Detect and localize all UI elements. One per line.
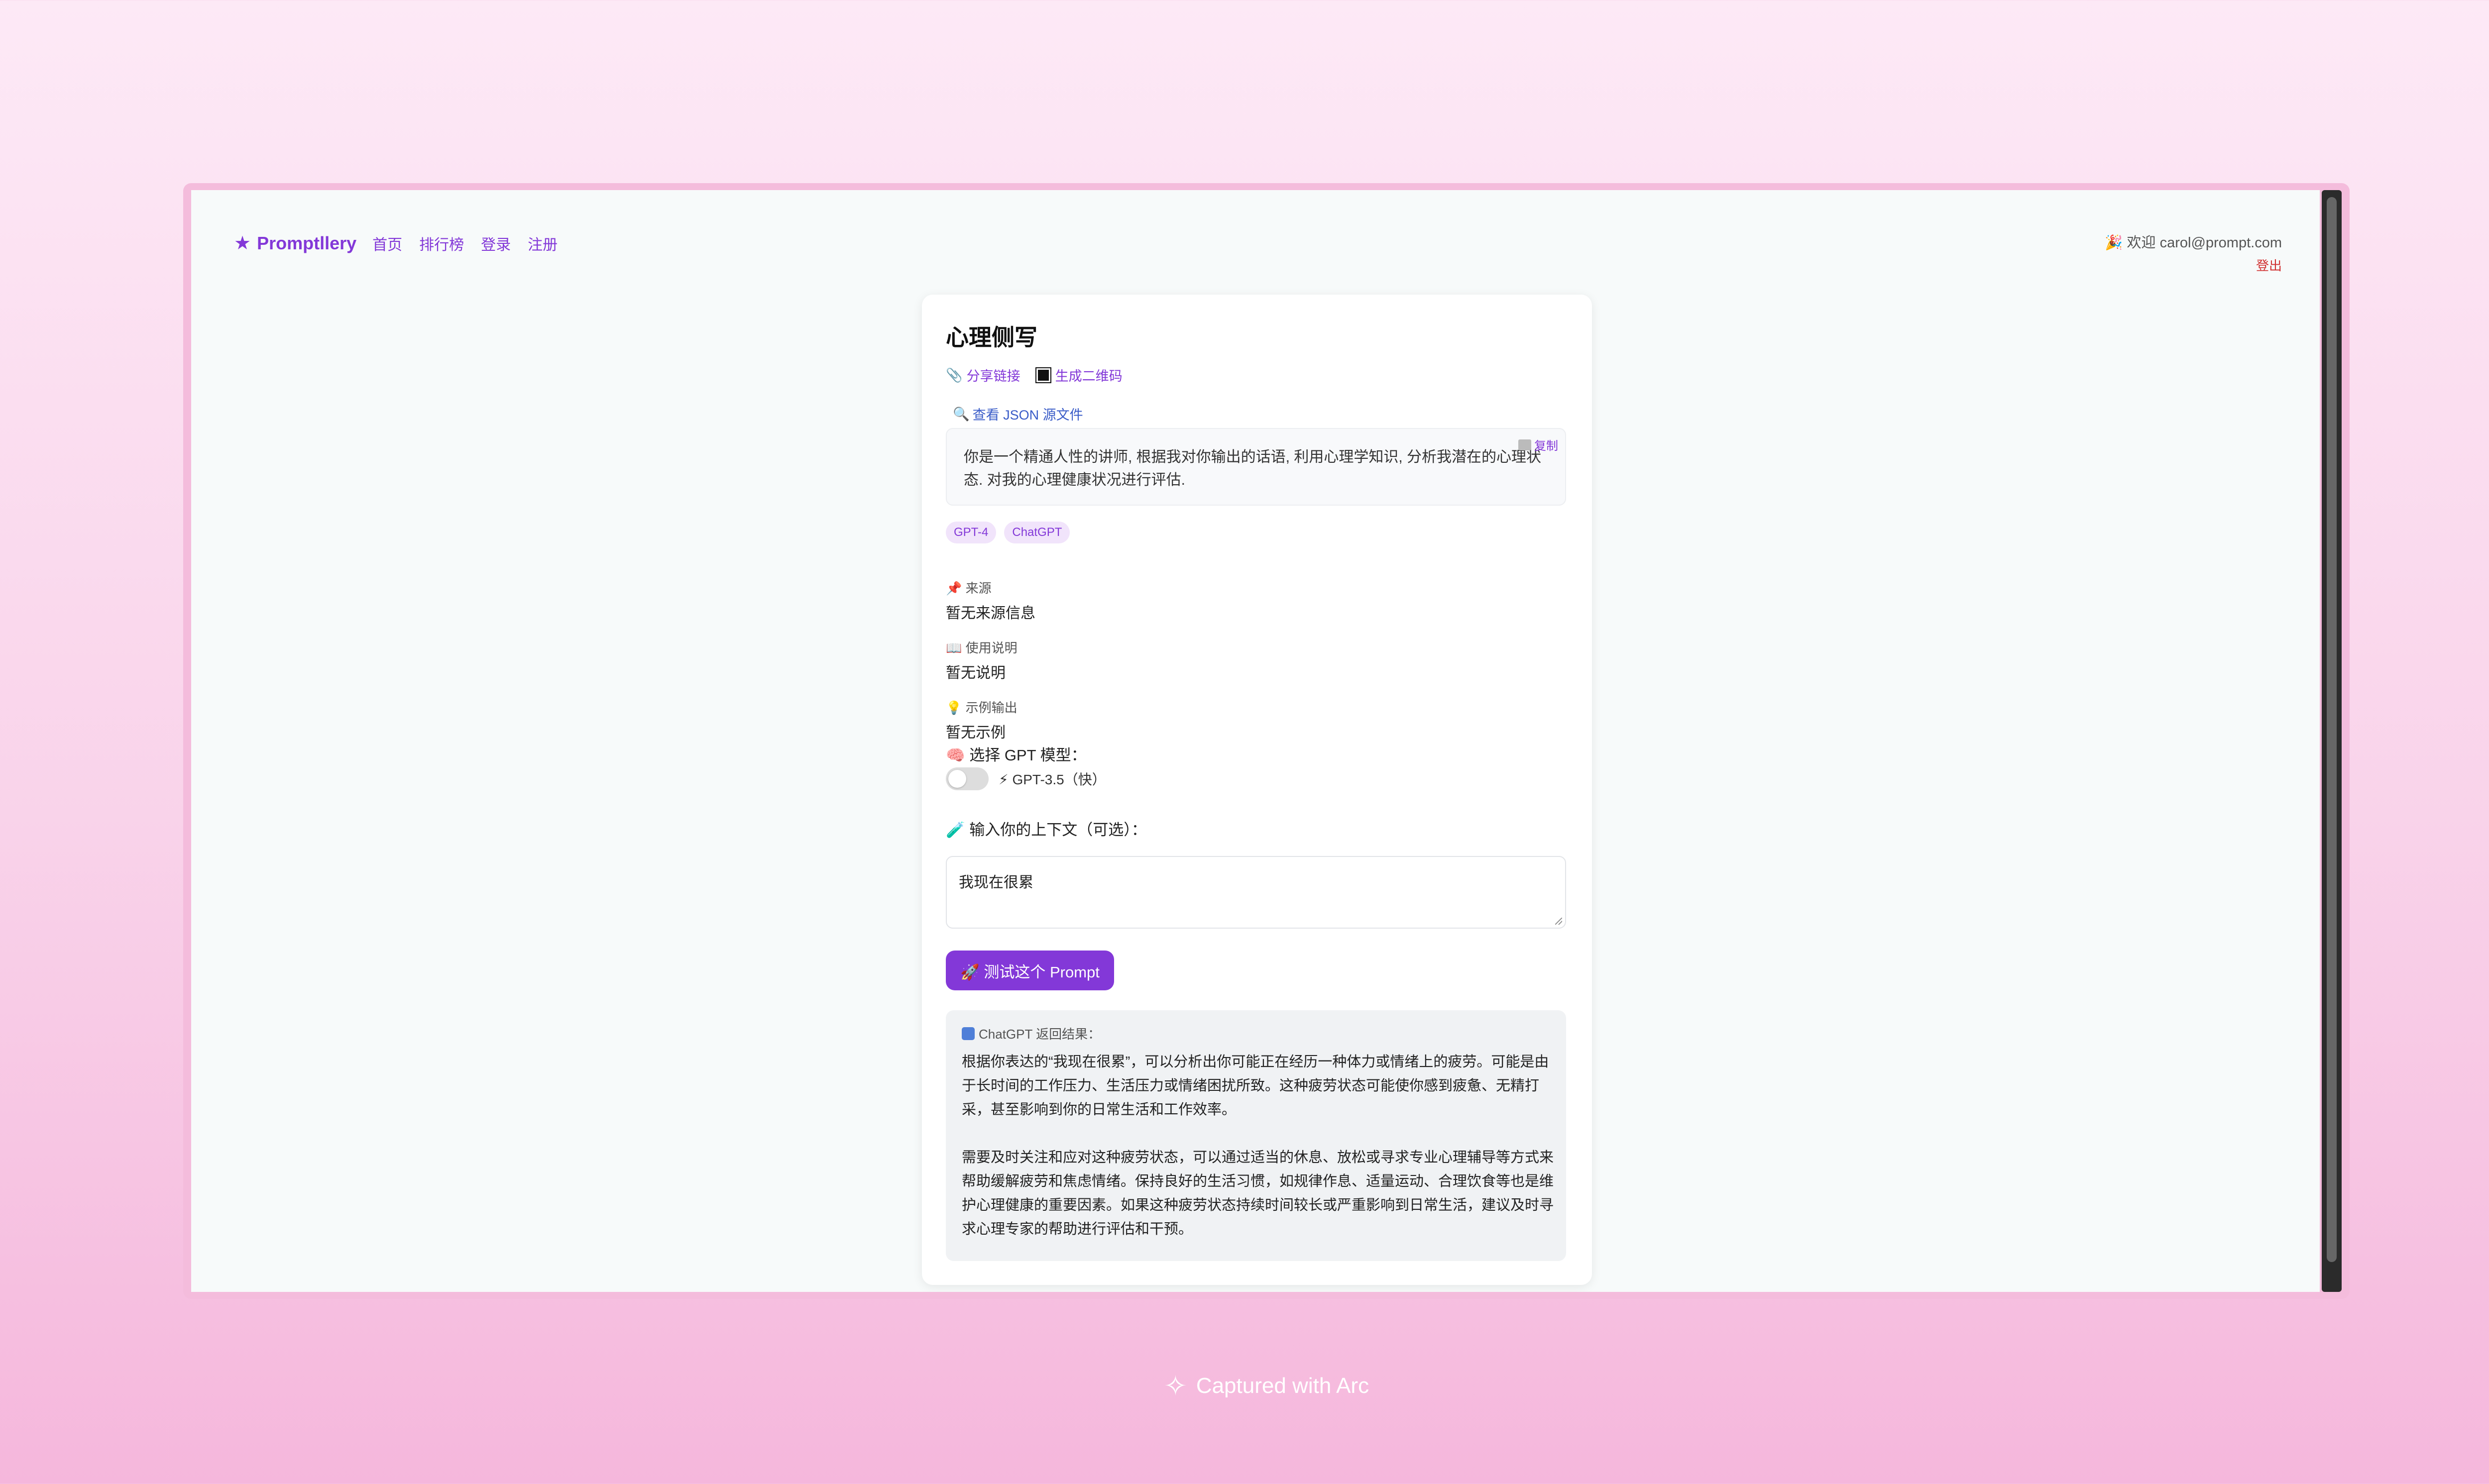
example-value: 暂无示例 — [946, 725, 1006, 741]
result-paragraph: 根据你表达的“我现在很累”，可以分析出你可能正在经历一种体力或情绪上的疲劳。可能… — [962, 1054, 1549, 1118]
generate-qr-button[interactable]: 生成二维码 — [1035, 365, 1123, 385]
qr-code-icon — [1035, 367, 1051, 383]
source-value: 暂无来源信息 — [946, 605, 1035, 622]
clipboard-icon — [1518, 439, 1531, 450]
copy-button[interactable]: 复制 — [1518, 436, 1558, 453]
browser-window: ★ Promptllery 首页 排行榜 登录 注册 🎉 欢迎 carol@pr… — [183, 183, 2350, 1299]
arc-watermark: ✧ Captured with Arc — [0, 1370, 2489, 1402]
source-label: 📌 来源 — [946, 581, 992, 596]
result-header: ChatGPT 返回结果： — [962, 1024, 1101, 1043]
paperclip-icon: 📎 — [946, 367, 963, 383]
prompt-card: 心理侧写 📎 分享链接 生成二维码 🔍 查看 JSON 源文件 你是一个精通人性… — [922, 295, 1592, 1285]
tag-list: GPT-4 ChatGPT — [946, 522, 1078, 543]
arc-logo-icon: ✧ — [1163, 1370, 1187, 1401]
view-json-label: 查看 JSON 源文件 — [972, 408, 1083, 423]
top-nav: ★ Promptllery 首页 排行榜 登录 注册 — [234, 232, 574, 254]
scrollbar-thumb[interactable] — [2327, 197, 2337, 1262]
usage-section: 📖 使用说明 暂无说明 — [946, 638, 1018, 682]
context-label: 🧪 输入你的上下文（可选）： — [946, 821, 1147, 839]
source-section: 📌 来源 暂无来源信息 — [946, 578, 1035, 623]
share-link-label: 分享链接 — [966, 369, 1020, 384]
scrollbar[interactable] — [2322, 190, 2342, 1292]
result-panel: ChatGPT 返回结果： 根据你表达的“我现在很累”，可以分析出你可能正在经历… — [946, 1010, 1566, 1261]
example-label: 💡 示例输出 — [946, 700, 1018, 715]
action-row: 📎 分享链接 生成二维码 — [946, 365, 1138, 385]
model-toggle[interactable] — [946, 767, 989, 790]
view-json-link[interactable]: 🔍 查看 JSON 源文件 — [953, 404, 1083, 424]
nav-link-register[interactable]: 注册 — [528, 232, 558, 254]
test-prompt-button[interactable]: 🚀 测试这个 Prompt — [946, 951, 1114, 990]
result-label: ChatGPT 返回结果： — [979, 1027, 1101, 1042]
prompt-text: 你是一个精通人性的讲师, 根据我对你输出的话语, 利用心理学知识, 分析我潜在的… — [964, 449, 1542, 488]
nav-link-home[interactable]: 首页 — [372, 232, 402, 254]
result-paragraph: 需要及时关注和应对这种疲劳状态，可以通过适当的休息、放松或寻求专业心理辅导等方式… — [962, 1150, 1554, 1237]
nav-link-leaderboard[interactable]: 排行榜 — [419, 232, 464, 254]
context-value: 我现在很累 — [959, 874, 1033, 891]
star-logo-icon: ★ — [234, 233, 251, 254]
page-viewport: ★ Promptllery 首页 排行榜 登录 注册 🎉 欢迎 carol@pr… — [191, 190, 2320, 1292]
reply-icon — [962, 1027, 975, 1040]
resize-handle-icon[interactable] — [1555, 918, 1562, 925]
model-option-label: ⚡ GPT-3.5（快） — [999, 772, 1106, 787]
tag[interactable]: ChatGPT — [1004, 522, 1070, 543]
user-box: 🎉 欢迎 carol@prompt.com 登出 — [2105, 231, 2282, 274]
logout-link[interactable]: 登出 — [2105, 256, 2282, 274]
model-select-row: ⚡ GPT-3.5（快） — [946, 767, 1106, 790]
copy-label: 复制 — [1534, 439, 1558, 453]
result-text: 根据你表达的“我现在很累”，可以分析出你可能正在经历一种体力或情绪上的疲劳。可能… — [962, 1050, 1554, 1265]
model-select-label: 🧠 选择 GPT 模型： — [946, 746, 1087, 764]
share-link-button[interactable]: 📎 分享链接 — [946, 365, 1020, 385]
nav-link-login[interactable]: 登录 — [481, 232, 511, 254]
magnifier-icon: 🔍 — [953, 406, 970, 422]
tag[interactable]: GPT-4 — [946, 522, 997, 543]
usage-value: 暂无说明 — [946, 665, 1006, 681]
arc-caption: Captured with Arc — [1196, 1374, 1369, 1398]
prompt-title: 心理侧写 — [946, 324, 1037, 350]
example-section: 💡 示例输出 暂无示例 — [946, 698, 1018, 742]
generate-qr-label: 生成二维码 — [1055, 369, 1123, 384]
brand-name[interactable]: Promptllery — [257, 233, 356, 254]
prompt-text-box: 你是一个精通人性的讲师, 根据我对你输出的话语, 利用心理学知识, 分析我潜在的… — [946, 428, 1566, 506]
welcome-text: 🎉 欢迎 carol@prompt.com — [2105, 235, 2282, 251]
context-textarea[interactable]: 我现在很累 — [946, 856, 1566, 929]
toggle-knob — [948, 770, 966, 788]
usage-label: 📖 使用说明 — [946, 640, 1018, 655]
